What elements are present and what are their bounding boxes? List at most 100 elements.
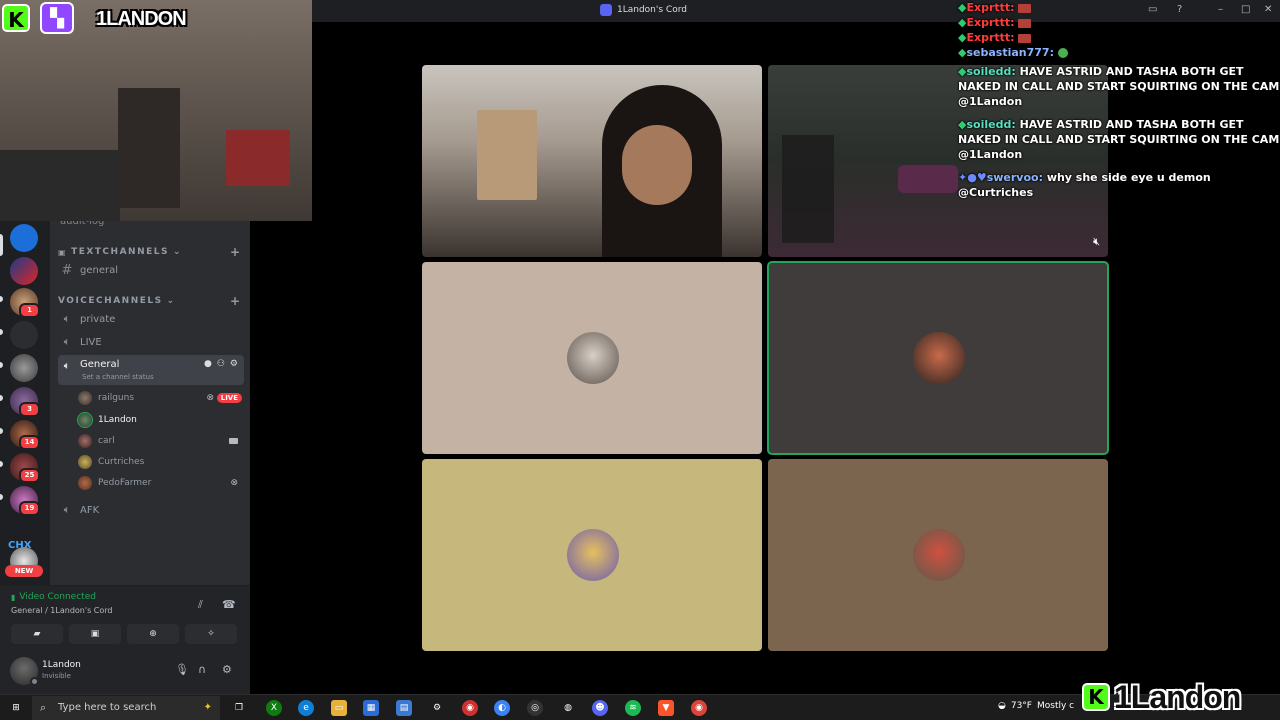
server-8[interactable]: 25 [10,453,40,483]
avatar [567,332,619,384]
settings-icon[interactable]: ⚙ [429,700,445,716]
emote-icon [1018,18,1032,28]
camera-off-icon: ▰ [33,629,41,639]
gear-icon[interactable]: ⚙ [222,663,232,676]
signal-icon: ▮ [11,592,16,602]
server-7[interactable]: 14 [10,420,40,450]
channel-afk[interactable]: 🔈︎ AFK [58,500,244,520]
microphone-icon[interactable]: 🎙︎ [175,663,189,676]
discord-icon[interactable]: ☻ [592,700,608,716]
channel-status-input[interactable]: Set a channel status [82,373,154,381]
emote-icon [1018,3,1032,13]
voice-user-pedofarmer[interactable]: PedoFarmer ⊗ [78,474,244,492]
file-explorer-icon[interactable]: ▭ [331,700,347,716]
channel-private[interactable]: 🔈︎ private [58,309,244,329]
add-member-icon[interactable]: ⚇ [217,359,225,369]
xbox-app-icon[interactable]: X [266,700,282,716]
username[interactable]: 1Landon [42,660,81,670]
taskbar-search[interactable]: ⌕ Type here to search ✦ [32,696,220,720]
mention-badge: 1 [19,303,40,318]
chat-username: sebastian777: [966,46,1054,59]
channel-label: AFK [80,504,100,516]
video-frame-face [622,125,692,205]
app-dark-icon[interactable]: ◎ [527,700,543,716]
video-tile-user-2[interactable] [767,261,1109,455]
weather-widget[interactable]: ◒ 73°F Mostly c [998,701,1074,711]
chrome-icon[interactable]: ◉ [691,700,707,716]
game-vehicle [898,165,958,193]
server-1[interactable] [10,224,38,252]
edge-icon[interactable]: e [298,700,314,716]
kick-logo-icon: K [1082,683,1110,711]
category-text-channels[interactable]: ▣ TEXTCHANNELS ⌄ + [58,245,240,259]
screen-share-button[interactable]: ▣ [69,624,121,644]
noise-suppression-icon[interactable]: ⫽ [198,598,203,612]
voice-status-text: Video Connected [19,592,96,602]
channel-general-text[interactable]: # general [58,260,244,280]
discord-app-icon [600,4,612,16]
speaker-icon: 🔈︎ [63,503,71,516]
video-tile-user-3[interactable] [422,459,762,651]
store-icon[interactable]: ▦ [363,700,379,716]
voice-user-curtriches[interactable]: Curtriches [78,453,244,471]
chat-message: ◆Exprttt: [958,0,1280,15]
chat-message: ◆Exprttt: [958,15,1280,30]
camera-off-button[interactable]: ▰ [11,624,63,644]
video-frame-furniture [477,110,537,200]
brave-icon[interactable]: ▼ [658,700,674,716]
voice-status[interactable]: ▮ Video Connected [11,592,96,602]
unread-pip [0,461,3,467]
speaker-icon: 🔈︎ [63,359,71,372]
channel-live[interactable]: 🔈︎ LIVE [58,332,244,352]
server-3[interactable]: 1 [10,288,40,318]
calculator-icon[interactable]: ▤ [396,700,412,716]
category-label: VOICECHANNELS [58,296,163,306]
video-tile-webcam[interactable] [422,65,762,257]
channel-general-voice[interactable]: 🔈︎ General Set a channel status ● ⚇ ⚙ [58,355,244,385]
hash-icon: # [61,262,73,278]
server-5[interactable] [10,354,38,382]
soundboard-button[interactable]: ✧ [185,624,237,644]
avatar [78,391,92,405]
channel-label: private [80,313,116,325]
disconnect-icon[interactable]: ☎ [222,598,236,611]
chat-username: soiledd: [966,118,1016,131]
voice-user-carl[interactable]: carl [78,432,244,450]
speaker-muted-icon[interactable]: 🔇︎ [1093,235,1100,249]
app-red-icon[interactable]: ◉ [462,700,478,716]
twitch-logo-icon: ▚ [40,2,74,34]
app-blue-icon[interactable]: ◐ [494,700,510,716]
server-9[interactable]: 19 [10,486,40,516]
windows-start-icon[interactable]: ⊞ [8,700,24,716]
category-label: TEXTCHANNELS [71,247,169,257]
screen: 1Landon's Cord ▭ ? – □ ✕ 1 3 14 25 19 CH… [0,0,1280,720]
spotify-icon[interactable]: ≋ [625,700,641,716]
channel-tools: ● ⚇ ⚙ [204,359,238,369]
server-4[interactable] [10,321,38,349]
create-channel-plus-icon[interactable]: + [230,294,240,308]
chat-bubble-icon[interactable]: ● [204,359,212,369]
gear-icon[interactable]: ⚙ [230,359,238,369]
voice-user-railguns[interactable]: railguns ⊗ LIVE [78,389,244,407]
video-tile-user-4[interactable] [768,459,1108,651]
category-voice-channels[interactable]: VOICECHANNELS ⌄ + [58,294,240,308]
voice-user-1landon[interactable]: 1Landon [77,411,244,429]
speaker-icon: 🔈︎ [63,335,71,348]
server-2[interactable] [10,257,38,285]
xbox-icon: ⊗ [206,393,214,403]
chat-username: Exprttt: [966,16,1015,29]
mention-badge: 25 [19,468,40,483]
unread-pip [0,329,3,335]
server-6[interactable]: 3 [10,387,40,417]
headphones-icon[interactable]: ∩ [198,663,206,676]
chat-overlay: ◆Exprttt: ◆Exprttt: ◆Exprttt: ◆sebastian… [958,0,1280,200]
window-title-text: 1Landon's Cord [617,5,687,15]
activity-button[interactable]: ⊕ [127,624,179,644]
steam-icon[interactable]: ◍ [560,700,576,716]
gamepad-icon: ⊕ [149,629,157,639]
create-channel-plus-icon[interactable]: + [230,245,240,259]
video-tile-user-1[interactable] [422,262,762,454]
task-view-icon[interactable]: ❐ [231,700,247,716]
voice-location[interactable]: General / 1Landon's Cord [11,606,113,615]
mention-badge: 3 [19,402,40,417]
